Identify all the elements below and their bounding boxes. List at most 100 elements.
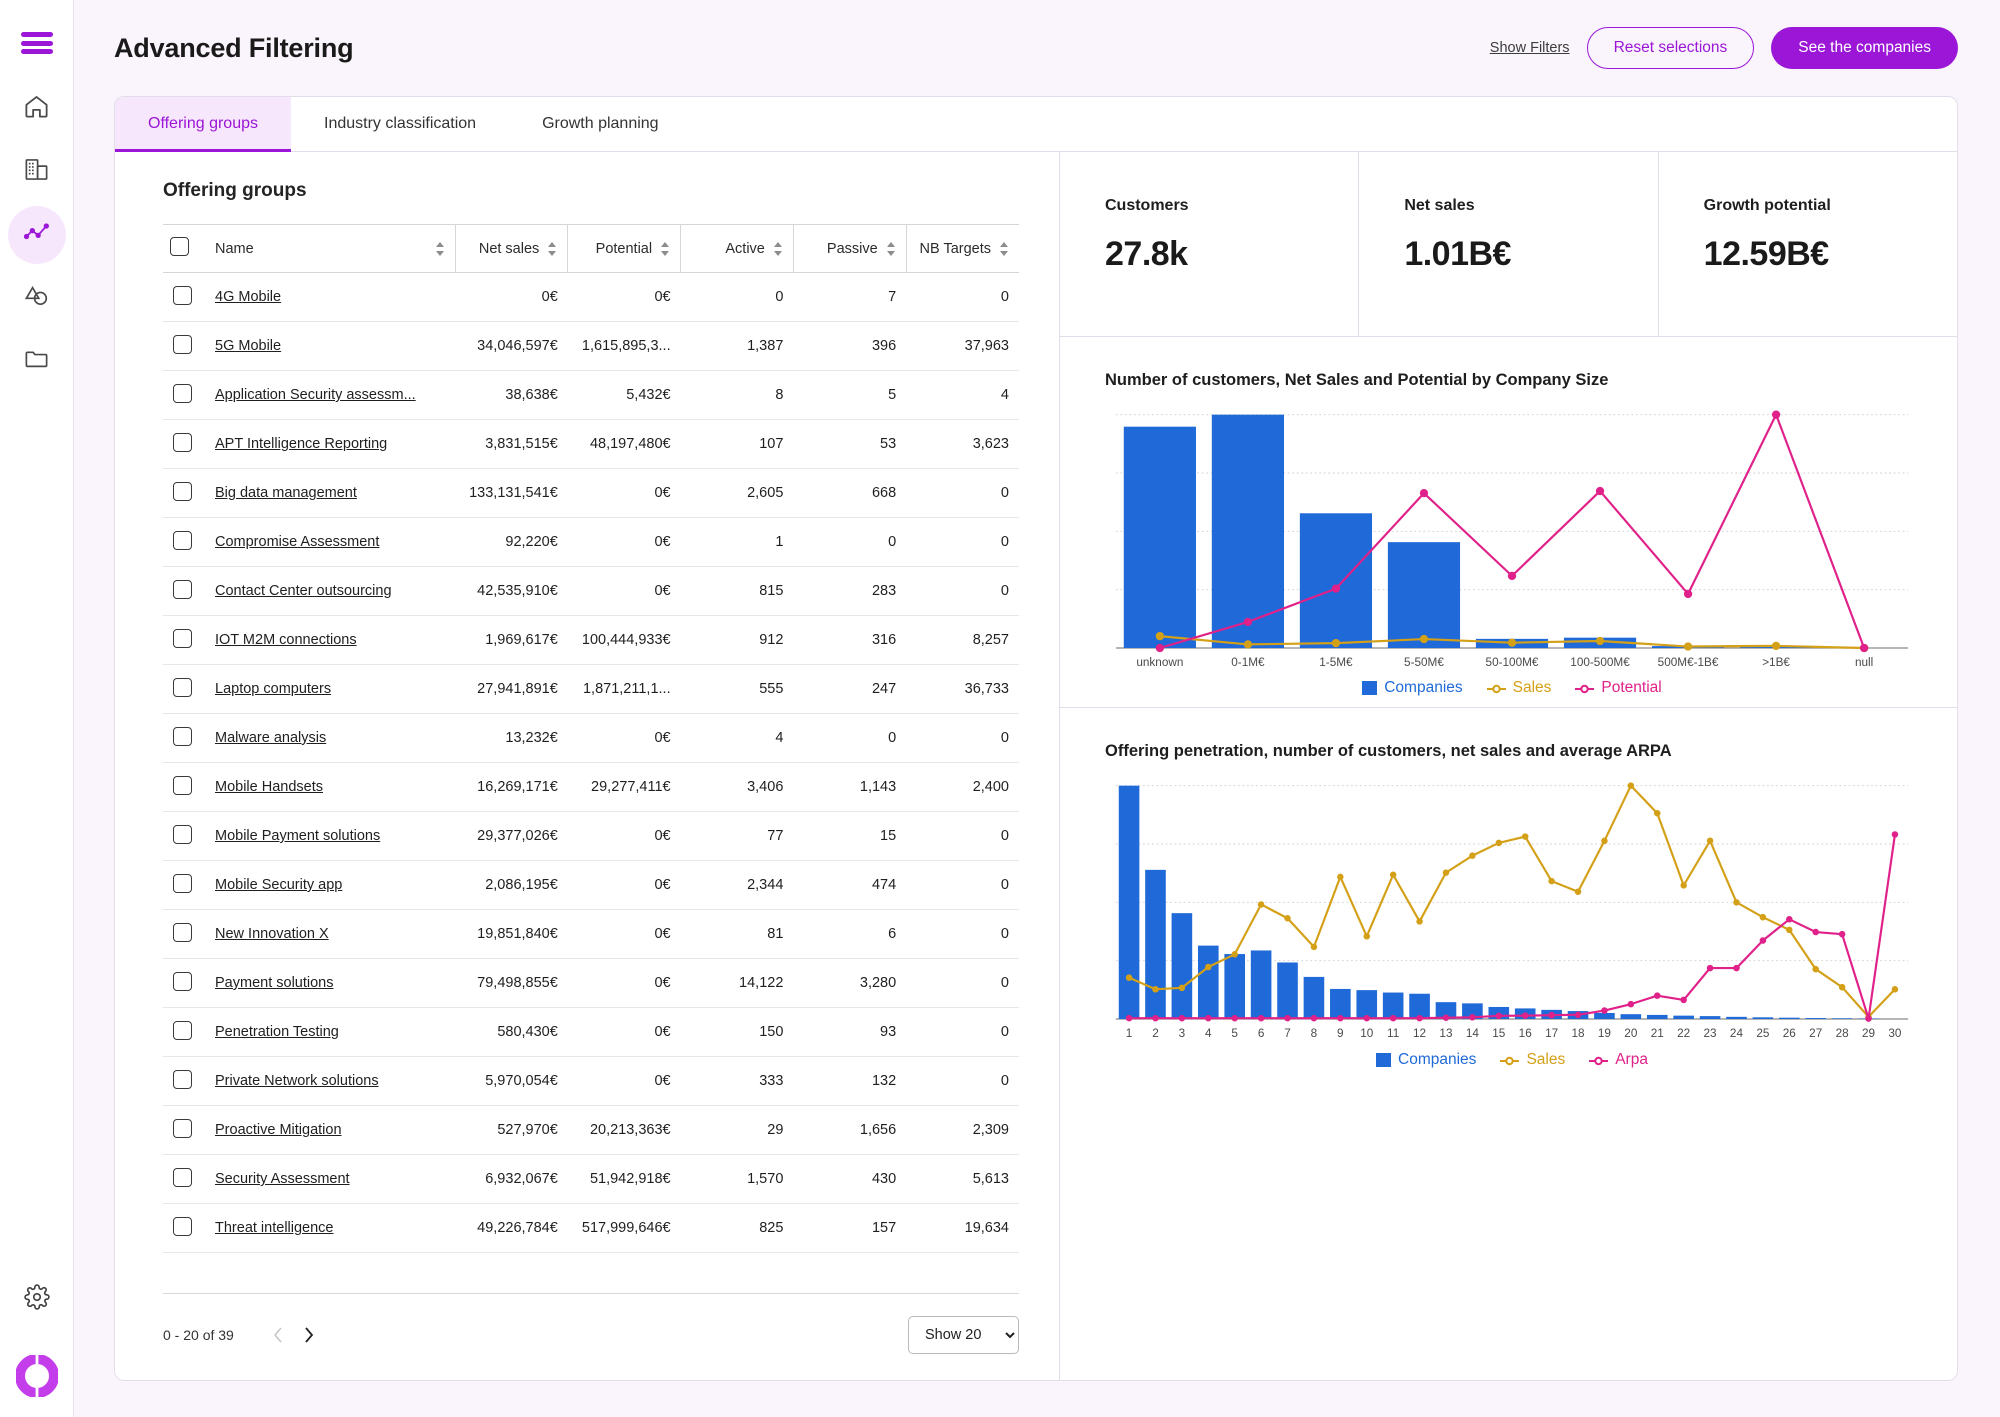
legend-item-companies[interactable]: Companies [1362, 679, 1462, 697]
table-row[interactable]: Compromise Assessment92,220€0€100 [163, 518, 1019, 567]
row-checkbox[interactable] [173, 776, 192, 795]
sort-icon-potential[interactable] [660, 242, 670, 256]
offering-group-link[interactable]: Mobile Payment solutions [215, 828, 380, 844]
column-header-active[interactable]: Active [681, 225, 794, 273]
offering-group-link[interactable]: Proactive Mitigation [215, 1122, 342, 1138]
tab-industry-classification[interactable]: Industry classification [291, 97, 509, 151]
row-checkbox[interactable] [173, 1168, 192, 1187]
row-checkbox[interactable] [173, 384, 192, 403]
sort-icon-passive[interactable] [886, 242, 896, 256]
table-row[interactable]: Mobile Payment solutions29,377,026€0€771… [163, 812, 1019, 861]
see-the-companies-button[interactable]: See the companies [1771, 27, 1958, 69]
column-header-nb-targets[interactable]: NB Targets [906, 225, 1019, 273]
column-header-net-sales[interactable]: Net sales [455, 225, 568, 273]
row-checkbox[interactable] [173, 825, 192, 844]
sidebar-item-companies[interactable] [8, 143, 66, 201]
chart-offering-penetration-canvas[interactable]: 1234567891011121314151617181920212223242… [1105, 773, 1919, 1044]
legend-item-arpa[interactable]: Arpa [1589, 1051, 1648, 1069]
offering-group-link[interactable]: Penetration Testing [215, 1024, 339, 1040]
row-checkbox[interactable] [173, 433, 192, 452]
svg-text:3: 3 [1179, 1027, 1186, 1040]
page-size-select[interactable]: Show 20Show 50Show 100 [908, 1316, 1019, 1354]
tab-growth-planning[interactable]: Growth planning [509, 97, 692, 151]
table-row[interactable]: Threat intelligence49,226,784€517,999,64… [163, 1204, 1019, 1253]
table-row[interactable]: IOT M2M connections1,969,617€100,444,933… [163, 616, 1019, 665]
sort-icon-name[interactable] [435, 242, 445, 256]
table-row[interactable]: Mobile Handsets16,269,171€29,277,411€3,4… [163, 763, 1019, 812]
chart-company-size-canvas[interactable]: unknown0-1M€1-5M€5-50M€50-100M€100-500M€… [1105, 402, 1919, 673]
row-checkbox[interactable] [173, 874, 192, 893]
table-row[interactable]: Payment solutions79,498,855€0€14,1223,28… [163, 959, 1019, 1008]
table-row[interactable]: Penetration Testing580,430€0€150930 [163, 1008, 1019, 1057]
legend-item-potential[interactable]: Potential [1575, 679, 1661, 697]
column-header-passive[interactable]: Passive [793, 225, 906, 273]
legend-item-sales[interactable]: Sales [1500, 1051, 1565, 1069]
sort-icon-active[interactable] [773, 242, 783, 256]
offering-group-link[interactable]: Threat intelligence [215, 1220, 334, 1236]
offering-group-link[interactable]: IOT M2M connections [215, 632, 357, 648]
row-checkbox[interactable] [173, 678, 192, 697]
table-row[interactable]: Malware analysis13,232€0€400 [163, 714, 1019, 763]
row-checkbox[interactable] [173, 580, 192, 599]
row-checkbox[interactable] [173, 727, 192, 746]
show-filters-link[interactable]: Show Filters [1490, 40, 1570, 56]
sort-icon-nb-targets[interactable] [999, 242, 1009, 256]
app-logo[interactable] [16, 1355, 58, 1397]
table-row[interactable]: New Innovation X19,851,840€0€8160 [163, 910, 1019, 959]
table-row[interactable]: Laptop computers27,941,891€1,871,211,1..… [163, 665, 1019, 714]
row-checkbox[interactable] [173, 286, 192, 305]
row-checkbox[interactable] [173, 1070, 192, 1089]
table-row[interactable]: Security Assessment6,932,067€51,942,918€… [163, 1155, 1019, 1204]
row-checkbox[interactable] [173, 335, 192, 354]
offering-group-link[interactable]: Laptop computers [215, 681, 331, 697]
table-row[interactable]: Contact Center outsourcing42,535,910€0€8… [163, 567, 1019, 616]
row-checkbox[interactable] [173, 531, 192, 550]
sidebar-item-files[interactable] [8, 332, 66, 390]
legend-item-sales[interactable]: Sales [1487, 679, 1552, 697]
select-all-checkbox[interactable] [170, 237, 189, 256]
table-row[interactable]: Mobile Security app2,086,195€0€2,3444740 [163, 861, 1019, 910]
sidebar-item-segments[interactable] [8, 269, 66, 327]
legend-item-companies[interactable]: Companies [1376, 1051, 1476, 1069]
sidebar-item-home[interactable] [8, 80, 66, 138]
row-checkbox[interactable] [173, 1119, 192, 1138]
row-checkbox[interactable] [173, 923, 192, 942]
offering-group-link[interactable]: Contact Center outsourcing [215, 583, 392, 599]
column-header-name[interactable]: Name [205, 225, 455, 273]
sidebar-item-settings[interactable] [8, 1270, 66, 1328]
table-row[interactable]: Private Network solutions5,970,054€0€333… [163, 1057, 1019, 1106]
offering-group-link[interactable]: Mobile Handsets [215, 779, 323, 795]
offering-group-link[interactable]: APT Intelligence Reporting [215, 436, 387, 452]
offering-group-link[interactable]: Security Assessment [215, 1171, 350, 1187]
column-header-potential[interactable]: Potential [568, 225, 681, 273]
hamburger-menu-icon[interactable] [8, 20, 66, 66]
row-checkbox[interactable] [173, 482, 192, 501]
row-checkbox[interactable] [173, 629, 192, 648]
offering-group-link[interactable]: Payment solutions [215, 975, 333, 991]
tab-offering-groups[interactable]: Offering groups [115, 97, 291, 151]
table-row[interactable]: 4G Mobile0€0€070 [163, 273, 1019, 322]
offering-group-link[interactable]: Malware analysis [215, 730, 326, 746]
chevron-left-icon[interactable] [264, 1320, 294, 1350]
row-checkbox[interactable] [173, 972, 192, 991]
svg-text:10: 10 [1360, 1027, 1374, 1040]
offering-group-link[interactable]: Application Security assessm... [215, 387, 416, 403]
table-row[interactable]: Big data management133,131,541€0€2,60566… [163, 469, 1019, 518]
sort-icon-net-sales[interactable] [547, 242, 557, 256]
row-checkbox[interactable] [173, 1021, 192, 1040]
offering-group-link[interactable]: Big data management [215, 485, 357, 501]
table-row[interactable]: APT Intelligence Reporting3,831,515€48,1… [163, 420, 1019, 469]
row-checkbox[interactable] [173, 1217, 192, 1236]
offering-group-link[interactable]: Compromise Assessment [215, 534, 379, 550]
table-row[interactable]: Application Security assessm...38,638€5,… [163, 371, 1019, 420]
offering-group-link[interactable]: Private Network solutions [215, 1073, 379, 1089]
reset-selections-button[interactable]: Reset selections [1587, 27, 1755, 69]
table-row[interactable]: Proactive Mitigation527,970€20,213,363€2… [163, 1106, 1019, 1155]
table-row[interactable]: 5G Mobile34,046,597€1,615,895,3...1,3873… [163, 322, 1019, 371]
sidebar-item-analytics[interactable] [8, 206, 66, 264]
chevron-right-icon[interactable] [294, 1320, 324, 1350]
offering-group-link[interactable]: 4G Mobile [215, 289, 281, 305]
offering-group-link[interactable]: New Innovation X [215, 926, 329, 942]
offering-group-link[interactable]: Mobile Security app [215, 877, 342, 893]
offering-group-link[interactable]: 5G Mobile [215, 338, 281, 354]
